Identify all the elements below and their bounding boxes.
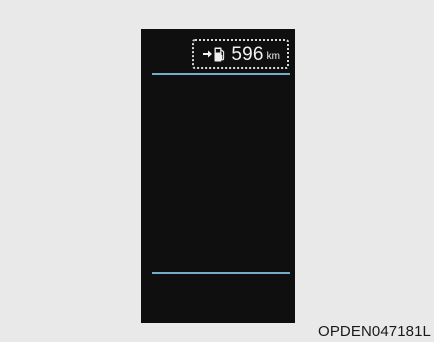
top-divider-line bbox=[152, 73, 290, 75]
fuel-pump-icon bbox=[214, 47, 225, 62]
figure-code-label: OPDEN047181L bbox=[318, 323, 431, 340]
range-icons bbox=[203, 47, 225, 62]
range-unit: km bbox=[266, 50, 280, 62]
distance-to-empty-indicator: 596 km bbox=[192, 39, 289, 69]
figure: 596 km OPDEN047181L bbox=[0, 0, 434, 342]
bottom-divider-line bbox=[152, 272, 290, 274]
arrow-right-icon bbox=[203, 50, 213, 58]
range-value: 596 bbox=[231, 43, 264, 65]
cluster-display: 596 km bbox=[141, 29, 295, 323]
